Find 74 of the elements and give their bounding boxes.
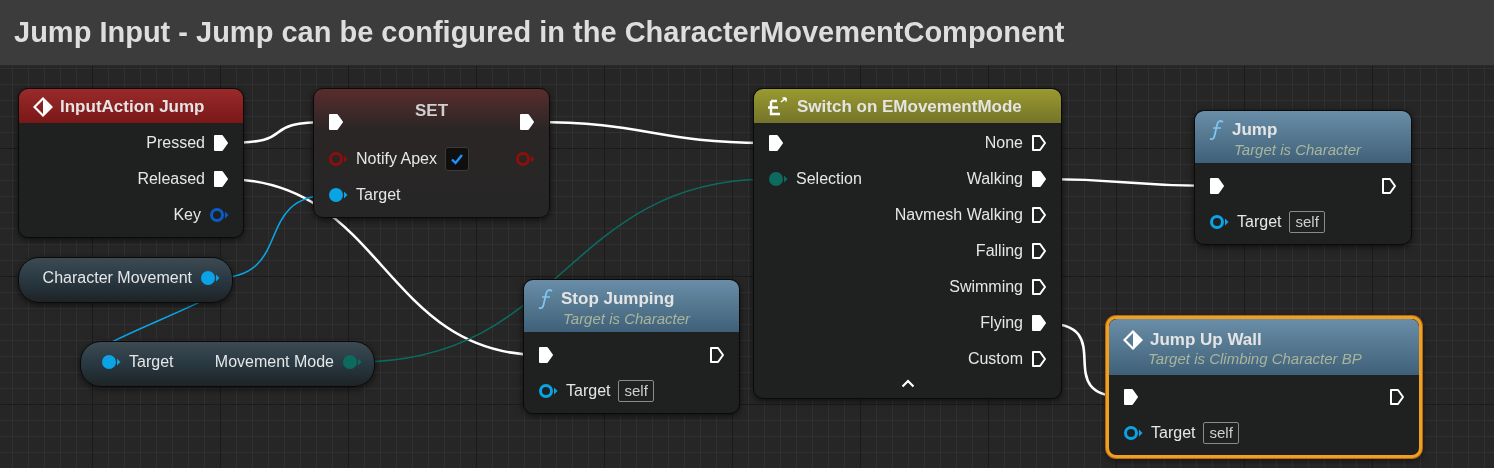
diamond-icon <box>33 97 53 117</box>
default-value-field[interactable]: self <box>618 380 654 402</box>
node-title: InputAction Jump <box>60 97 205 117</box>
pin-label: Movement Mode <box>214 353 334 371</box>
exec-pin-icon[interactable] <box>1031 350 1047 368</box>
pin-label: Target <box>356 186 401 204</box>
exec-pin-icon[interactable] <box>1123 388 1139 406</box>
exec-pin-icon[interactable] <box>768 134 784 152</box>
exec-pin-icon[interactable] <box>1031 134 1047 152</box>
node-title: SET <box>413 101 450 121</box>
data-pin-icon[interactable] <box>538 383 558 399</box>
node-title: Switch on EMovementMode <box>797 97 1022 117</box>
data-pin-icon[interactable] <box>101 354 121 370</box>
exec-pin-icon[interactable] <box>1031 314 1047 332</box>
exec-pin-icon[interactable] <box>213 134 229 152</box>
exec-pin-icon[interactable] <box>1389 388 1405 406</box>
variable-node[interactable]: Character Movement <box>18 257 233 303</box>
exec-pin-icon[interactable] <box>538 346 554 364</box>
checkmark-icon <box>449 153 464 165</box>
function-node[interactable]: Jump Target is Character Target self <box>1194 110 1412 245</box>
pin-label: Target <box>1237 213 1282 231</box>
pin-label: Released <box>137 170 205 188</box>
exec-pin-icon[interactable] <box>1031 206 1047 224</box>
node-subtitle: Target is Character <box>1233 140 1363 158</box>
node-title: Jump <box>1232 119 1278 140</box>
function-icon <box>538 287 554 310</box>
pin-label: Target <box>1151 424 1196 442</box>
pin-label: Target <box>566 382 611 400</box>
pin-label: Swimming <box>949 278 1023 296</box>
pin-label: Flying <box>980 314 1023 332</box>
data-pin-icon[interactable] <box>1123 425 1143 441</box>
exec-pin-icon[interactable] <box>1031 278 1047 296</box>
exec-pin-icon[interactable] <box>519 113 535 131</box>
node-title: Jump Up Wall <box>1150 329 1262 350</box>
checkbox[interactable] <box>444 147 469 171</box>
data-pin-icon[interactable] <box>328 187 348 203</box>
exec-pin-icon[interactable] <box>1031 170 1047 188</box>
exec-pin-icon[interactable] <box>709 346 725 364</box>
node-subtitle: Target is Climbing Character BP <box>1147 349 1363 367</box>
node-subtitle: Target is Character <box>562 309 692 327</box>
data-pin-icon[interactable] <box>200 270 220 286</box>
switch-node[interactable]: Switch on EMovementMode None Selection Walking Navmesh Walking Falling Swimming Flying Custom <box>753 88 1062 399</box>
pin-label: Walking <box>966 170 1023 188</box>
default-value-field[interactable]: self <box>1289 211 1325 233</box>
function-icon <box>1209 118 1225 141</box>
exec-pin-icon[interactable] <box>1381 177 1397 195</box>
diamond-icon <box>1123 329 1143 350</box>
node-title: Stop Jumping <box>561 288 675 309</box>
pin-label: Pressed <box>146 134 205 152</box>
pin-label: Target <box>129 353 174 371</box>
switch-icon <box>768 97 790 117</box>
setter-node[interactable]: SET Notify Apex Target <box>313 88 550 218</box>
pin-label: Falling <box>975 242 1023 260</box>
exec-pin-icon[interactable] <box>1209 177 1225 195</box>
comment-title: Jump Input - Jump can be configured in the CharacterMovementComponent <box>14 16 1065 49</box>
pin-label: Navmesh Walking <box>894 206 1023 224</box>
expand-icon[interactable] <box>900 379 915 388</box>
function-node[interactable]: Stop Jumping Target is Character Target self <box>523 279 740 414</box>
data-pin-icon[interactable] <box>768 171 788 187</box>
data-pin-icon[interactable] <box>1209 214 1229 230</box>
pin-label: Custom <box>967 350 1023 368</box>
data-pin-icon[interactable] <box>209 207 229 223</box>
exec-pin-icon[interactable] <box>1031 242 1047 260</box>
event-call-node[interactable]: Jump Up Wall Target is Climbing Character BP Target self <box>1106 316 1422 458</box>
pin-label: Character Movement <box>42 269 192 287</box>
pin-label: Notify Apex <box>356 150 437 168</box>
pin-label: None <box>984 134 1023 152</box>
pin-label: Selection <box>796 170 862 188</box>
variable-node[interactable]: Target Movement Mode <box>80 341 375 387</box>
default-value-field[interactable]: self <box>1203 422 1239 444</box>
pin-label: Key <box>173 206 201 224</box>
event-node[interactable]: InputAction Jump Pressed Released Key <box>18 88 244 238</box>
exec-pin-icon[interactable] <box>213 170 229 188</box>
exec-pin-icon[interactable] <box>328 113 344 131</box>
